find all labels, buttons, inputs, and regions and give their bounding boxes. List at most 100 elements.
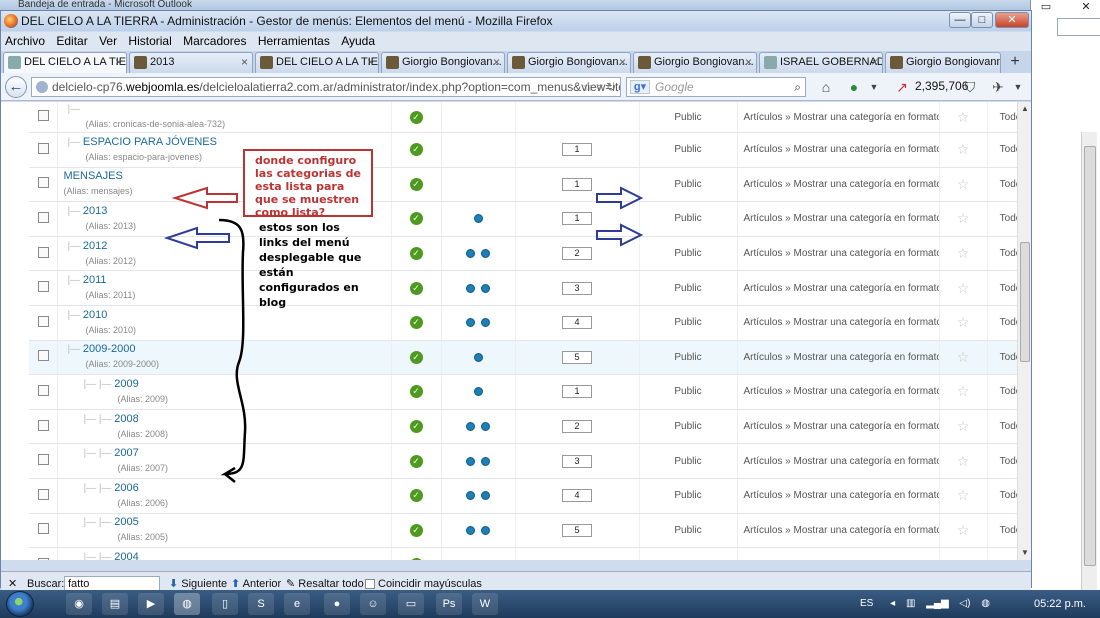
scroll-thumb[interactable]: [1020, 242, 1030, 362]
default-star-icon[interactable]: ☆: [957, 245, 970, 261]
default-star-icon[interactable]: ☆: [957, 280, 970, 296]
row-checkbox[interactable]: [38, 454, 49, 466]
explorer-folder-icon[interactable]: ▤: [102, 593, 128, 615]
word-icon[interactable]: W: [472, 593, 498, 615]
bookmark-star-icon[interactable]: ☆: [582, 80, 593, 94]
tab-6[interactable]: ISRAEL GOBERNAD... ×: [759, 52, 883, 73]
tab-close-icon[interactable]: ×: [871, 53, 878, 72]
ordering-input[interactable]: 3: [562, 281, 592, 295]
tab-close-icon[interactable]: ×: [367, 53, 374, 72]
status-dot-icon[interactable]: [481, 283, 490, 293]
published-check-icon[interactable]: ✓: [409, 558, 423, 560]
row-checkbox[interactable]: [38, 488, 49, 500]
published-check-icon[interactable]: ✓: [409, 454, 423, 468]
status-dot-icon[interactable]: [473, 352, 483, 362]
url-bar[interactable]: delcielo-cp76.webjoomla.es/delcieloalati…: [31, 77, 621, 97]
photoshop-icon[interactable]: Ps: [436, 593, 462, 615]
status-dot-icon[interactable]: [466, 525, 475, 535]
row-checkbox[interactable]: [38, 281, 49, 293]
row-checkbox[interactable]: [38, 177, 49, 189]
default-star-icon[interactable]: ☆: [957, 453, 970, 469]
status-dot-icon[interactable]: [466, 491, 475, 501]
ordering-input[interactable]: 4: [562, 316, 592, 330]
status-dot-icon[interactable]: [481, 421, 490, 431]
ordering-input[interactable]: 1: [562, 212, 592, 226]
tab-4[interactable]: Giorgio Bongiovan... ×: [507, 52, 631, 73]
row-checkbox[interactable]: [38, 557, 49, 560]
volume-icon[interactable]: ◁): [959, 598, 970, 609]
menu-item-link[interactable]: 2005: [114, 516, 138, 528]
media-player-icon[interactable]: ▶: [138, 593, 164, 615]
row-checkbox[interactable]: [38, 350, 49, 362]
back-arrow-icon[interactable]: ←: [5, 76, 27, 98]
status-dot-icon[interactable]: [481, 318, 490, 328]
status-dot-icon[interactable]: [481, 491, 490, 501]
published-check-icon[interactable]: ✓: [409, 212, 423, 226]
addon-icon[interactable]: ●: [845, 78, 863, 96]
tab-7[interactable]: Giorgio Bongiovanni: [885, 52, 1001, 73]
security-tray-icon[interactable]: ◍: [981, 598, 990, 609]
menu-dropdown-icon[interactable]: ▼: [1009, 78, 1027, 96]
row-checkbox[interactable]: [38, 142, 49, 154]
menu-item-link[interactable]: MENSAJES: [64, 170, 123, 182]
menu-item-link[interactable]: 2006: [114, 482, 138, 494]
default-star-icon[interactable]: ☆: [957, 210, 970, 226]
tray-arrow-icon[interactable]: ◂: [890, 598, 895, 609]
default-star-icon[interactable]: ☆: [957, 141, 970, 157]
menu-item-link[interactable]: 2009-2000: [83, 343, 136, 355]
behind-scrollbar[interactable]: [1081, 132, 1097, 592]
webcam-icon[interactable]: ●: [324, 593, 350, 615]
tab-close-icon[interactable]: ×: [241, 53, 248, 72]
row-checkbox[interactable]: [38, 384, 49, 396]
menu-archivo[interactable]: Archivo: [5, 34, 45, 48]
language-indicator[interactable]: ES: [860, 598, 873, 609]
default-star-icon[interactable]: ☆: [957, 383, 970, 399]
notepad-icon[interactable]: ▯: [212, 593, 238, 615]
network-icon[interactable]: ▥: [906, 598, 915, 609]
site-identity-icon[interactable]: [36, 81, 48, 93]
default-star-icon[interactable]: ☆: [957, 487, 970, 503]
menu-ayuda[interactable]: Ayuda: [341, 34, 375, 48]
skype-icon[interactable]: S: [248, 593, 274, 615]
page-scrollbar[interactable]: ▲ ▼: [1017, 102, 1031, 560]
start-button[interactable]: [6, 591, 34, 617]
published-check-icon[interactable]: ✓: [409, 489, 423, 503]
behind-minimize-icon[interactable]: ▭: [1037, 0, 1055, 14]
magnifier-icon[interactable]: ⌕: [794, 78, 801, 96]
published-check-icon[interactable]: ✓: [409, 177, 423, 191]
home-icon[interactable]: ⌂: [817, 78, 835, 96]
status-dot-icon[interactable]: [481, 525, 490, 535]
menu-historial[interactable]: Historial: [128, 34, 171, 48]
minimize-button[interactable]: —: [949, 12, 971, 28]
status-dot-icon[interactable]: [466, 283, 475, 293]
row-checkbox[interactable]: [38, 246, 49, 258]
ordering-input[interactable]: 4: [562, 489, 592, 503]
menu-item-link[interactable]: 2013: [83, 205, 107, 217]
taskbar-clock[interactable]: 05:22 p.m.: [1030, 590, 1090, 618]
tab-close-icon[interactable]: ×: [745, 53, 752, 72]
menu-item-link[interactable]: 2008: [114, 413, 138, 425]
tab-close-icon[interactable]: ×: [493, 53, 500, 72]
ie-icon[interactable]: e: [284, 593, 310, 615]
windows-explorer-icon[interactable]: ▭: [398, 593, 424, 615]
default-star-icon[interactable]: ☆: [957, 109, 970, 125]
tab-3[interactable]: Giorgio Bongiovan... ×: [381, 52, 505, 73]
menu-item-link[interactable]: 2011: [83, 274, 107, 286]
row-checkbox[interactable]: [38, 419, 49, 431]
behind-close-icon[interactable]: ✕: [1077, 0, 1095, 14]
menu-marcadores[interactable]: Marcadores: [183, 34, 246, 48]
scroll-up-icon[interactable]: ▲: [1018, 104, 1032, 113]
menu-item-link[interactable]: 2004: [114, 551, 138, 560]
url-dropdown-icon[interactable]: ▿: [597, 80, 603, 94]
status-dot-icon[interactable]: [473, 387, 483, 397]
tab-1[interactable]: 2013 ×: [129, 52, 253, 73]
status-dot-icon[interactable]: [466, 248, 475, 258]
ordering-input[interactable]: 5: [562, 350, 592, 364]
maximize-button[interactable]: □: [971, 12, 993, 28]
search-bar[interactable]: g▾ Google ⌕: [626, 77, 806, 97]
status-dot-icon[interactable]: [466, 421, 475, 431]
default-star-icon[interactable]: ☆: [957, 522, 970, 538]
row-checkbox[interactable]: [38, 110, 49, 121]
ordering-input[interactable]: 1: [562, 385, 592, 399]
menu-item-link[interactable]: 2009: [114, 378, 138, 390]
